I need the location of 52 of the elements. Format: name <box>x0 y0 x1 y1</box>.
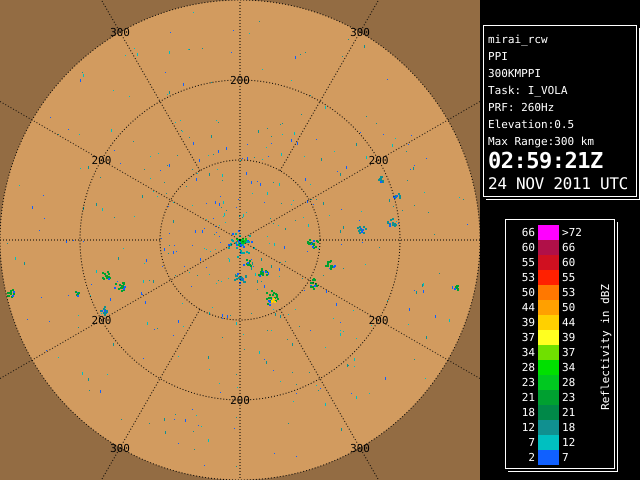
legend-value: 21 <box>561 405 576 420</box>
range-label: 200 <box>230 74 250 87</box>
legend-value: 34 <box>561 360 576 375</box>
legend-value: 23 <box>561 390 576 405</box>
legend-value: 60 <box>520 240 536 255</box>
range-label: 300 <box>110 26 130 40</box>
legend-value: 44 <box>520 300 536 315</box>
range-label: 300 <box>350 26 370 40</box>
info-line: PPI <box>488 49 508 65</box>
legend-value: 7 <box>561 450 570 465</box>
legend-value: 55 <box>520 255 536 270</box>
range-label: 300 <box>110 442 130 455</box>
legend-value: >72 <box>561 225 581 240</box>
legend-value: 44 <box>561 315 576 330</box>
legend-value: 60 <box>561 255 576 270</box>
info-line: Max Range:300 km <box>488 134 594 150</box>
info-line: Elevation:0.5 <box>488 117 574 133</box>
info-line: Task: I_VOLA <box>488 83 568 99</box>
legend-value: 50 <box>520 285 536 300</box>
legend-value: 28 <box>520 360 536 375</box>
scan-date: 24 NOV 2011 UTC <box>488 174 628 194</box>
legend-title: Reflectivity in dBZ <box>599 284 612 410</box>
range-label: 200 <box>230 394 250 407</box>
legend-value: 12 <box>561 435 576 450</box>
legend-value: 53 <box>561 285 576 300</box>
legend-value: 39 <box>561 330 576 345</box>
legend-value: 37 <box>561 345 576 360</box>
info-line: mirai_rcw <box>488 32 548 48</box>
range-label: 200 <box>368 314 389 327</box>
range-label: 200 <box>368 154 389 167</box>
legend-value: 34 <box>520 345 536 360</box>
range-label: 200 <box>91 154 112 167</box>
legend-value: 37 <box>520 330 536 345</box>
legend-value: 23 <box>520 375 536 390</box>
legend-value: 12 <box>520 420 536 435</box>
legend-value: 2 <box>527 450 536 465</box>
legend-value: 66 <box>561 240 576 255</box>
legend-value: 53 <box>520 270 536 285</box>
range-label: 200 <box>91 314 112 327</box>
legend-value: 39 <box>520 315 536 330</box>
legend-value: 7 <box>527 435 536 450</box>
range-label: 300 <box>350 442 370 455</box>
legend-value: 18 <box>520 405 536 420</box>
scan-time: 02:59:21Z <box>488 150 603 174</box>
legend-value: 55 <box>561 270 576 285</box>
legend-value: 50 <box>561 300 576 315</box>
legend-value: 18 <box>561 420 576 435</box>
legend-value: 28 <box>561 375 576 390</box>
info-line: 300KMPPI <box>488 66 541 82</box>
legend-value: 21 <box>520 390 536 405</box>
legend-value: 66 <box>520 225 536 240</box>
info-line: PRF: 260Hz <box>488 100 554 116</box>
